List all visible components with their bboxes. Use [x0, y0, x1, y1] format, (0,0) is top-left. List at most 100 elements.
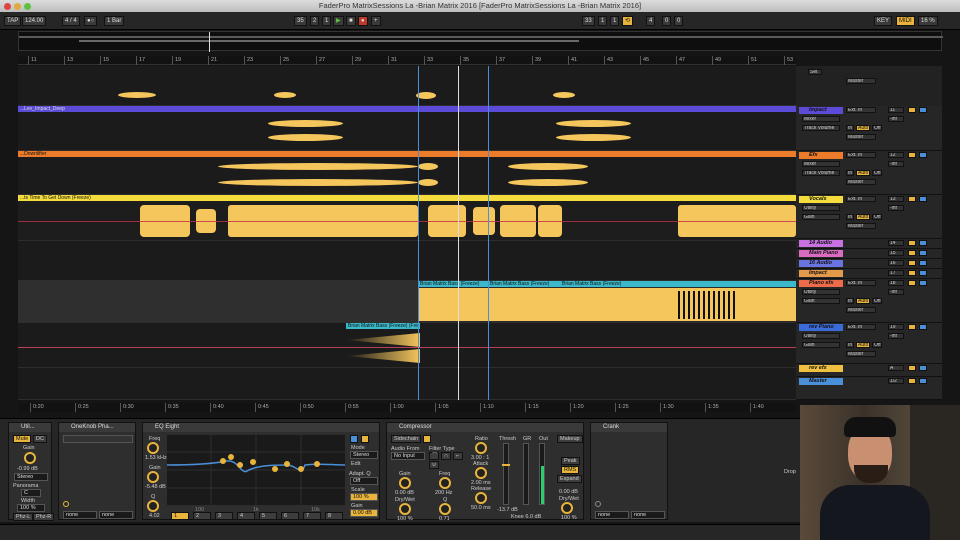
- set-button[interactable]: Set: [808, 69, 822, 75]
- solo-button[interactable]: [919, 260, 927, 266]
- sidechain-toggle[interactable]: Sidechain: [391, 435, 422, 443]
- automation-device-select[interactable]: Utility: [802, 333, 840, 339]
- output-select[interactable]: Master: [846, 179, 876, 185]
- filter-type-hp[interactable]: ⌐: [453, 452, 463, 460]
- loop-length-bar-field[interactable]: 4: [646, 16, 656, 26]
- loop-start-marker[interactable]: [418, 66, 419, 400]
- monitor-auto-button[interactable]: Auto: [856, 342, 870, 348]
- clip-header[interactable]: Brian Matrix Bass (Freeze): [418, 281, 488, 287]
- mixer-track[interactable]: Main Piano 15: [796, 249, 942, 259]
- mixer-track[interactable]: 14 Audio 14: [796, 239, 942, 249]
- thresh-value[interactable]: -13.7 dB: [497, 507, 518, 513]
- input-type-select[interactable]: Ext. In: [846, 280, 876, 286]
- sc-gain-value[interactable]: 0.00 dB: [395, 490, 414, 496]
- time-ruler-tick[interactable]: 0:35: [165, 403, 179, 412]
- threshold-slider[interactable]: [502, 443, 510, 505]
- track-lane-rev-piano[interactable]: Brian Matrix Bass (Freeze) (Fre: [18, 323, 796, 368]
- rms-button[interactable]: RMS: [561, 466, 580, 474]
- monitor-in-button[interactable]: In: [846, 125, 854, 131]
- mapping-dot-icon[interactable]: [63, 501, 69, 507]
- crank-mapping-2[interactable]: none: [631, 511, 665, 519]
- time-ruler-tick[interactable]: 1:35: [705, 403, 719, 412]
- monitor-in-button[interactable]: In: [846, 214, 854, 220]
- track-name[interactable]: Master: [799, 378, 843, 385]
- automation-device-select[interactable]: Utility: [802, 205, 840, 211]
- bar-ruler-tick[interactable]: 39: [532, 56, 541, 65]
- track-name[interactable]: Impact: [799, 107, 843, 114]
- monitor-auto-button[interactable]: Auto: [856, 298, 870, 304]
- eq-curve-display[interactable]: [167, 435, 345, 505]
- monitor-in-button[interactable]: In: [846, 298, 854, 304]
- sidechain-power[interactable]: [423, 435, 431, 443]
- oneknob-title[interactable]: OneKnob Pha...: [59, 423, 135, 432]
- crank-mapping-1[interactable]: none: [595, 511, 629, 519]
- bar-ruler-tick[interactable]: 29: [352, 56, 361, 65]
- sc-drywet-value[interactable]: 100 %: [397, 516, 413, 522]
- bar-ruler-tick[interactable]: 37: [496, 56, 505, 65]
- peak-button[interactable]: Peak: [561, 457, 580, 465]
- eq-band-1-button[interactable]: 1: [171, 512, 189, 520]
- track-lane[interactable]: [18, 241, 796, 281]
- clip-header[interactable]: Brian Matrix Bass (Freeze): [560, 281, 796, 287]
- track-activator[interactable]: [908, 152, 916, 158]
- monitor-auto-button[interactable]: Auto: [856, 125, 870, 131]
- loop-start-bar-field[interactable]: 33: [582, 16, 595, 26]
- bar-ruler-tick[interactable]: 27: [316, 56, 325, 65]
- knee-value[interactable]: Knee 6.0 dB: [511, 514, 541, 520]
- bar-ruler-tick[interactable]: 53: [784, 56, 793, 65]
- mapping-select-1[interactable]: none: [63, 511, 97, 519]
- sc-q-knob[interactable]: [439, 503, 451, 515]
- sc-freq-value[interactable]: 200 Hz: [435, 490, 452, 496]
- time-ruler-tick[interactable]: 1:25: [615, 403, 629, 412]
- sc-gain-knob[interactable]: [399, 477, 411, 489]
- phase-right-button[interactable]: Phz-R: [33, 513, 55, 521]
- filter-type-notch[interactable]: ∪: [429, 461, 439, 469]
- track-activator[interactable]: [908, 250, 916, 256]
- solo-button[interactable]: [919, 270, 927, 276]
- output-select[interactable]: Master: [846, 307, 876, 313]
- time-ruler-tick[interactable]: 1:05: [435, 403, 449, 412]
- time-ruler[interactable]: 0:20 0:25 0:30 0:35 0:40 0:45 0:50 0:55 1:00 1:05…: [18, 403, 796, 412]
- mute-button[interactable]: Mute: [13, 435, 32, 443]
- track-lane[interactable]: [18, 66, 796, 106]
- time-ruler-tick[interactable]: 1:00: [390, 403, 404, 412]
- monitor-off-button[interactable]: Off: [872, 125, 882, 131]
- tempo-field[interactable]: 124.00: [22, 16, 47, 26]
- time-ruler-tick[interactable]: 1:30: [660, 403, 674, 412]
- automation-device-select[interactable]: Mixer: [802, 116, 840, 122]
- monitor-off-button[interactable]: Off: [872, 170, 882, 176]
- track-name[interactable]: Main Piano: [799, 250, 843, 257]
- panorama-value[interactable]: C: [21, 489, 41, 497]
- mixer-track[interactable]: rev efx A: [796, 364, 942, 377]
- crank-title[interactable]: Crank: [591, 423, 667, 432]
- clip-header[interactable]: ...Lev_Impact_Deep: [18, 106, 796, 112]
- minimize-window-icon[interactable]: [14, 3, 21, 10]
- clip-header[interactable]: ...ts Time To Get Down (Freeze): [18, 195, 796, 201]
- monitor-in-button[interactable]: In: [846, 342, 854, 348]
- q-value[interactable]: 4.02: [149, 513, 160, 519]
- eq-band-4-button[interactable]: 4: [237, 512, 255, 520]
- eq-band-6-button[interactable]: 6: [281, 512, 299, 520]
- clip-header[interactable]: Brian Matrix Bass (Freeze): [488, 281, 560, 287]
- eq-overview-button[interactable]: [350, 435, 358, 443]
- track-activator[interactable]: [908, 378, 916, 384]
- edit-label[interactable]: Edit: [351, 461, 360, 467]
- bar-ruler-tick[interactable]: 17: [136, 56, 145, 65]
- input-type-select[interactable]: Ext. In: [846, 107, 876, 113]
- input-type-select[interactable]: Ext. In: [846, 324, 876, 330]
- gain-knob[interactable]: [24, 452, 36, 464]
- drywet-knob[interactable]: [561, 502, 573, 514]
- play-button[interactable]: ▶: [333, 16, 344, 26]
- track-activator[interactable]: [908, 240, 916, 246]
- track-activator[interactable]: [908, 107, 916, 113]
- solo-button[interactable]: [919, 365, 927, 371]
- filter-type-lp[interactable]: ⌒: [429, 452, 439, 460]
- bar-ruler-tick[interactable]: 21: [208, 56, 217, 65]
- volume-readout[interactable]: -inf: [888, 161, 904, 167]
- track-lane-vocals[interactable]: ...ts Time To Get Down (Freeze): [18, 195, 796, 241]
- scale-value[interactable]: 100 %: [350, 493, 378, 501]
- time-ruler-tick[interactable]: 1:20: [570, 403, 584, 412]
- volume-readout[interactable]: -inf: [888, 205, 904, 211]
- solo-button[interactable]: [919, 250, 927, 256]
- mixer-track[interactable]: 16 Audio 16: [796, 259, 942, 269]
